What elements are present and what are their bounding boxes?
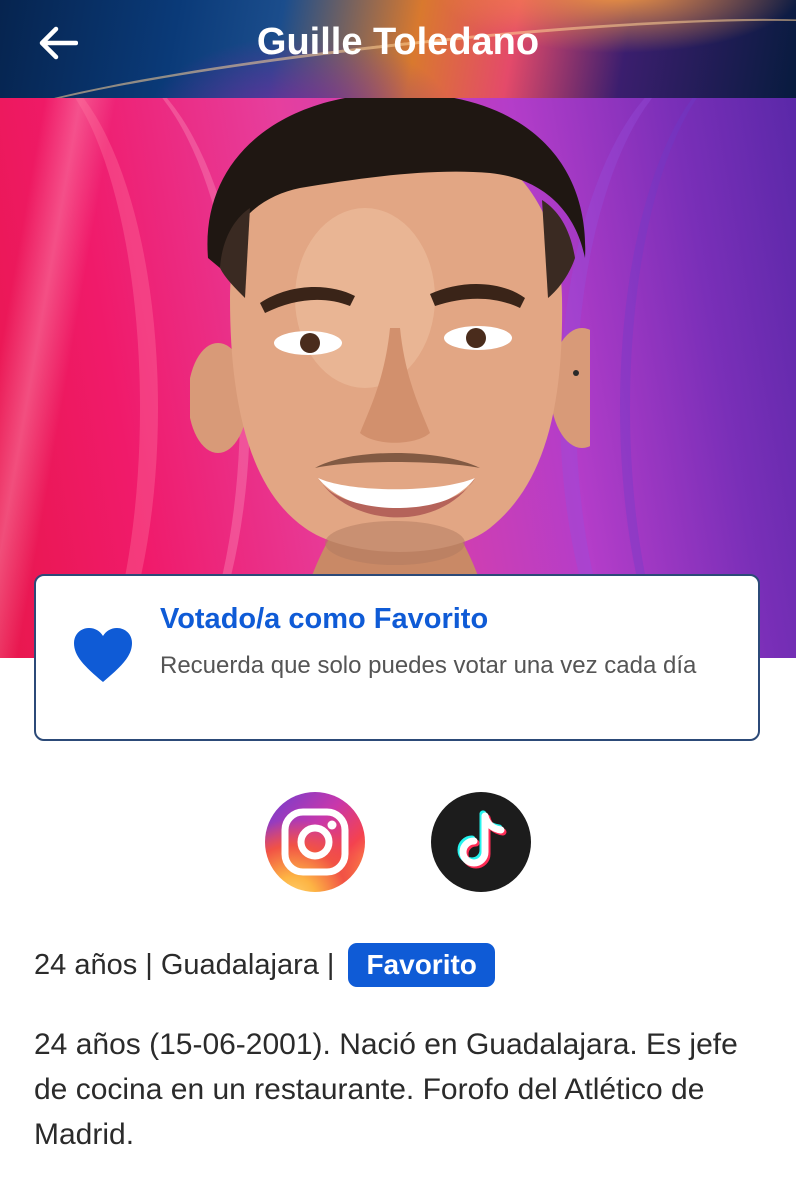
app-header: Guille Toledano (0, 0, 796, 98)
age-text: 24 años (34, 948, 138, 981)
vote-status-card: Votado/a como Favorito Recuerda que solo… (34, 574, 760, 741)
separator: | (137, 948, 161, 981)
contestant-portrait (190, 98, 590, 618)
separator: | (318, 948, 335, 981)
heart-icon (74, 628, 132, 682)
page-title: Guille Toledano (256, 21, 540, 63)
instagram-button[interactable] (265, 792, 365, 892)
tiktok-button[interactable] (431, 792, 531, 892)
status-badge: Favorito (348, 943, 495, 987)
city-text: Guadalajara (160, 948, 319, 981)
vote-status-subtitle: Recuerda que solo puedes votar una vez c… (160, 652, 697, 679)
tiktok-icon (457, 810, 507, 869)
vote-status-title: Votado/a como Favorito (160, 603, 489, 635)
instagram-icon (281, 808, 349, 876)
contestant-info: 24 años | Guadalajara | Favorito (34, 940, 495, 990)
contestant-bio: 24 años (15-06-2001). Nació en Guadalaja… (34, 1028, 738, 1151)
